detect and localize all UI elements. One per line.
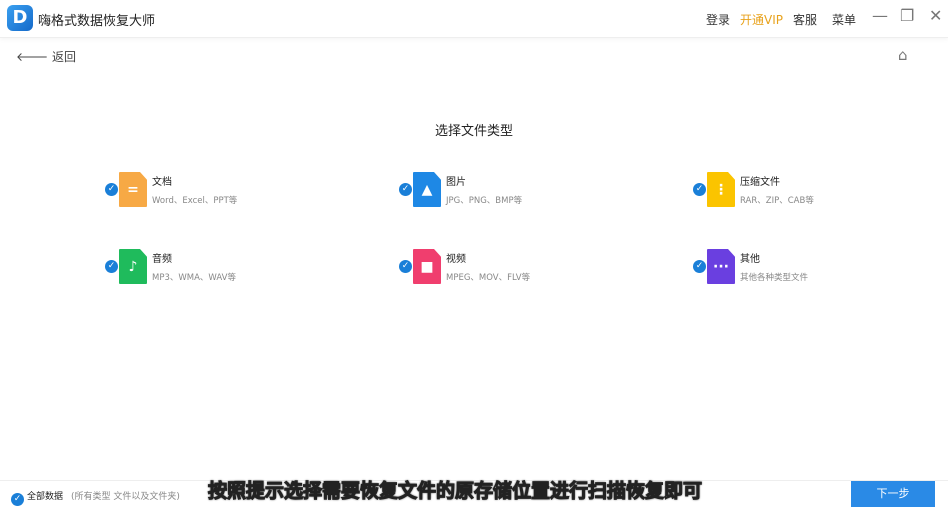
file-type-icon: ♪	[119, 249, 147, 284]
file-type-icon: ···	[707, 249, 735, 284]
file-type-desc: RAR、ZIP、CAB等	[740, 196, 814, 206]
all-data-label: 全部数据	[27, 492, 64, 502]
back-button[interactable]: 🡐 返回	[16, 48, 76, 65]
file-type-desc: JPG、PNG、BMP等	[446, 196, 523, 206]
back-label: 返回	[52, 50, 77, 64]
check-icon: ✓	[11, 493, 24, 506]
check-icon[interactable]: ✓	[399, 183, 412, 196]
title-bar: D 嗨格式数据恢复大师 登录 开通VIP 客服 菜单 — ❐ ✕	[0, 0, 948, 38]
page-title: 选择文件类型	[434, 124, 513, 139]
arrow-left-icon: 🡐	[16, 50, 49, 64]
file-type-name: 图片	[446, 177, 466, 188]
file-type-desc: Word、Excel、PPT等	[152, 196, 238, 206]
home-icon[interactable]: ⌂	[898, 46, 908, 64]
login-link[interactable]: 登录	[706, 11, 730, 28]
file-type-name: 其他	[740, 254, 760, 265]
menu-link[interactable]: 菜单	[832, 11, 856, 28]
file-type-name: 压缩文件	[740, 177, 780, 188]
all-data-checkbox[interactable]: ✓ 全部数据 (所有类型 文件以及文件夹)	[11, 489, 180, 506]
minimize-icon[interactable]: —	[872, 6, 888, 25]
service-link[interactable]: 客服	[793, 11, 817, 28]
file-type-name: 文档	[152, 177, 172, 188]
file-type-icon: =	[119, 172, 147, 207]
file-type-icon: ■	[413, 249, 441, 284]
all-data-note: (所有类型 文件以及文件夹)	[71, 492, 180, 502]
file-type-icon: ⋮	[707, 172, 735, 207]
check-icon[interactable]: ✓	[105, 183, 118, 196]
close-icon[interactable]: ✕	[929, 6, 942, 25]
restore-icon[interactable]: ❐	[900, 6, 914, 25]
vip-link[interactable]: 开通VIP	[740, 11, 783, 28]
check-icon[interactable]: ✓	[693, 260, 706, 273]
app-logo: D	[7, 5, 33, 31]
file-type-desc: MPEG、MOV、FLV等	[446, 273, 531, 283]
check-icon[interactable]: ✓	[399, 260, 412, 273]
file-type-desc: 其他各种类型文件	[740, 273, 809, 283]
app-title: 嗨格式数据恢复大师	[38, 14, 156, 29]
file-type-icon: ▲	[413, 172, 441, 207]
next-button[interactable]: 下一步	[851, 481, 935, 507]
file-type-name: 视频	[446, 254, 466, 265]
file-type-desc: MP3、WMA、WAV等	[152, 273, 236, 283]
video-caption: 按照提示选择需要恢复文件的原存储位置进行扫描恢复即可	[207, 480, 703, 503]
file-type-name: 音频	[152, 254, 172, 265]
check-icon[interactable]: ✓	[105, 260, 118, 273]
check-icon[interactable]: ✓	[693, 183, 706, 196]
